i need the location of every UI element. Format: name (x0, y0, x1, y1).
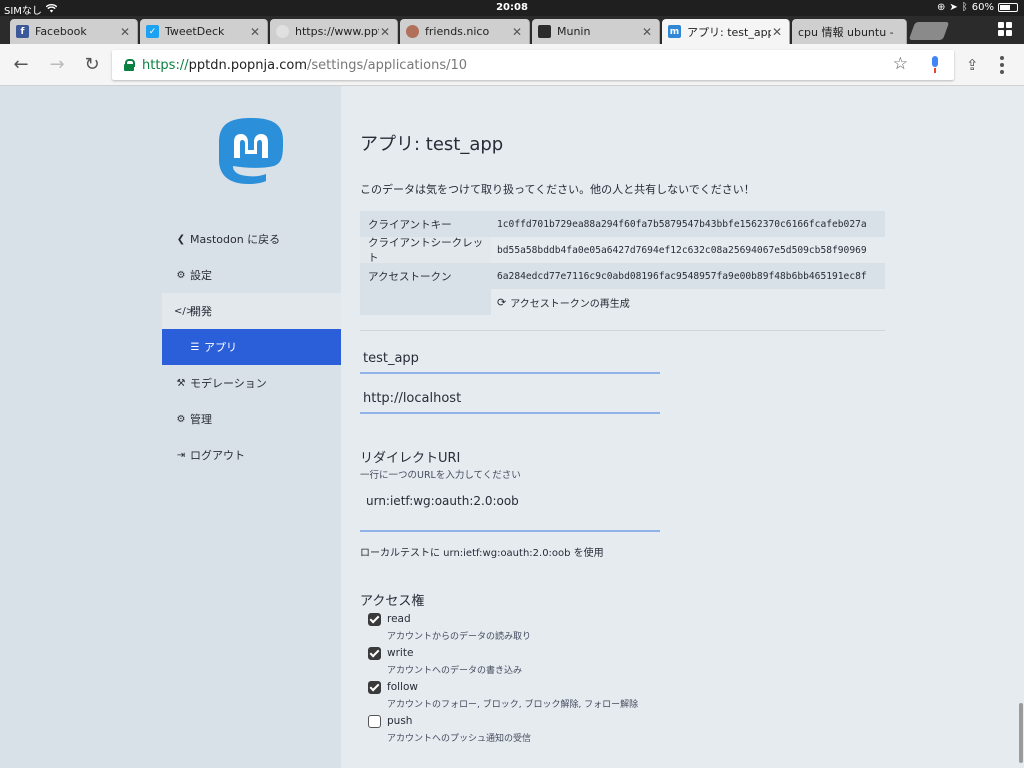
page-title: アプリ: test_app (360, 134, 504, 155)
orientation-lock-icon: ⊕ (936, 2, 946, 13)
tab-tweetdeck[interactable]: ✓ TweetDeck ✕ (140, 19, 268, 44)
chevron-left-icon: ❮ (176, 233, 186, 245)
regenerate-token-link[interactable]: ⟳ アクセストークンの再生成 (491, 289, 885, 315)
app-name-input[interactable] (363, 351, 660, 366)
scope-read: read アカウントからのデータの読み取り (368, 611, 531, 642)
tab-cpu-info[interactable]: cpu 情報 ubuntu - (792, 19, 907, 44)
address-bar[interactable]: https:// pptdn.popnja.com /settings/appl… (112, 50, 954, 80)
globe-icon (276, 25, 289, 38)
sidebar-item-development[interactable]: </> 開発 (162, 293, 341, 329)
code-icon: </> (174, 305, 195, 317)
tab-facebook[interactable]: f Facebook ✕ (10, 19, 138, 44)
scopes-label: アクセス権 (360, 594, 425, 609)
table-row: クライアントキー 1c0ffd701b729ea88a294f60fa7b587… (360, 211, 885, 237)
app-name-field[interactable] (360, 344, 660, 374)
redirect-uri-label: リダイレクトURI (360, 451, 461, 466)
microphone-icon[interactable] (930, 56, 940, 74)
cogs-icon: ⚙ (176, 413, 186, 425)
table-row: クライアントシークレット bd55a58bddb4fa0e05a6427d769… (360, 237, 885, 264)
redirect-uri-field[interactable]: urn:ietf:wg:oauth:2.0:oob (360, 481, 660, 532)
scope-write: write アカウントへのデータの書き込み (368, 645, 522, 676)
client-key-label: クライアントキー (360, 211, 491, 237)
client-key-value: 1c0ffd701b729ea88a294f60fa7b5879547b43bb… (491, 211, 885, 237)
divider (360, 330, 885, 331)
share-icon[interactable]: ⇪ (966, 56, 979, 74)
location-icon: ➤ (949, 2, 958, 13)
client-secret-value: bd55a58bddb4fa0e05a6427d7694ef12c632c08a… (491, 237, 885, 263)
follow-checkbox[interactable] (368, 680, 381, 694)
list-icon: ☰ (190, 341, 200, 353)
tab-strip: f Facebook ✕ ✓ TweetDeck ✕ https://www.p… (0, 16, 1024, 44)
forward-arrow-icon[interactable]: → (46, 54, 68, 76)
scrollbar[interactable] (1019, 703, 1023, 763)
sign-out-icon: ⇥ (176, 449, 186, 461)
bluetooth-icon: ᛒ (961, 2, 968, 13)
back-arrow-icon[interactable]: ← (10, 54, 32, 76)
gear-icon: ⚙ (176, 269, 186, 281)
sidebar-item-apps[interactable]: ☰ アプリ (162, 329, 341, 365)
browser-toolbar: ← → ↻ https:// pptdn.popnja.com /setting… (0, 44, 1024, 86)
tab-app-active[interactable]: m アプリ: test_app - ✕ (662, 19, 790, 44)
tweetdeck-icon: ✓ (146, 25, 159, 38)
website-input[interactable] (363, 391, 660, 406)
warning-text: このデータは気をつけて取り扱ってください。他の人と共有しないでください！ (360, 183, 755, 196)
write-checkbox[interactable] (368, 646, 381, 660)
push-checkbox[interactable] (368, 714, 381, 728)
local-test-hint: ローカルテストに urn:ietf:wg:oauth:2.0:oob を使用 (360, 548, 604, 559)
website-field[interactable] (360, 384, 660, 414)
status-bar: SIMなし 20:08 ⊕ ➤ ᛒ 60% (0, 0, 1024, 17)
read-checkbox[interactable] (368, 612, 381, 626)
reload-icon[interactable]: ↻ (81, 54, 103, 76)
menu-kebab-icon[interactable] (1000, 56, 1004, 77)
sidebar-item-logout[interactable]: ⇥ ログアウト (162, 437, 341, 473)
redirect-uri-hint: 一行に一つのURLを入力してください (360, 470, 521, 481)
tab-friends-nico[interactable]: friends.nico ✕ (400, 19, 530, 44)
close-icon[interactable]: ✕ (641, 25, 653, 39)
scope-follow: follow アカウントのフォロー, ブロック, ブロック解除, フォロー解除 (368, 679, 638, 710)
friends-nico-icon (406, 25, 419, 38)
scope-push: push アカウントへのプッシュ通知の受信 (368, 713, 531, 744)
refresh-icon: ⟳ (497, 295, 507, 309)
client-secret-label: クライアントシークレット (360, 237, 491, 264)
redirect-uri-textarea[interactable]: urn:ietf:wg:oauth:2.0:oob (366, 494, 656, 524)
url-scheme: https:// (142, 57, 189, 73)
settings-nav: ❮ Mastodon に戻る ⚙ 設定 </> 開発 ☰ アプリ ⚒ モデレーシ… (162, 221, 341, 473)
credentials-table: クライアントキー 1c0ffd701b729ea88a294f60fa7b587… (360, 211, 885, 315)
sidebar-item-back-to-mastodon[interactable]: ❮ Mastodon に戻る (162, 221, 341, 257)
tab-pptdn[interactable]: https://www.pptd ✕ (270, 19, 398, 44)
close-icon[interactable]: ✕ (771, 25, 783, 39)
tab-switcher-icon[interactable] (998, 22, 1012, 36)
close-icon[interactable]: ✕ (119, 25, 131, 39)
battery-percent: 60% (971, 2, 994, 13)
sidebar-item-settings[interactable]: ⚙ 設定 (162, 257, 341, 293)
battery-icon (998, 3, 1018, 12)
access-token-value: 6a284edcd77e7116c9c0abd08196fac9548957fa… (491, 263, 885, 289)
close-icon[interactable]: ✕ (511, 25, 523, 39)
access-token-label: アクセストークン (360, 263, 491, 289)
tab-munin[interactable]: Munin ✕ (532, 19, 660, 44)
main-content: アプリ: test_app このデータは気をつけて取り扱ってください。他の人と共… (341, 86, 1024, 768)
url-host: pptdn.popnja.com (188, 57, 308, 73)
mastodon-logo-icon[interactable] (216, 116, 286, 192)
mastodon-icon: m (668, 25, 681, 38)
gavel-icon: ⚒ (176, 377, 186, 389)
facebook-icon: f (16, 25, 29, 38)
close-icon[interactable]: ✕ (249, 25, 261, 39)
clock: 20:08 (496, 2, 528, 13)
new-tab-button[interactable] (908, 22, 950, 40)
url-path: /settings/applications/10 (307, 57, 468, 73)
sidebar-item-moderation[interactable]: ⚒ モデレーション (162, 365, 341, 401)
munin-icon (538, 25, 551, 38)
close-icon[interactable]: ✕ (379, 25, 391, 39)
bookmark-star-icon[interactable]: ☆ (893, 54, 908, 74)
lock-icon (124, 59, 135, 71)
sidebar-item-admin[interactable]: ⚙ 管理 (162, 401, 341, 437)
table-row: アクセストークン 6a284edcd77e7116c9c0abd08196fac… (360, 263, 885, 289)
